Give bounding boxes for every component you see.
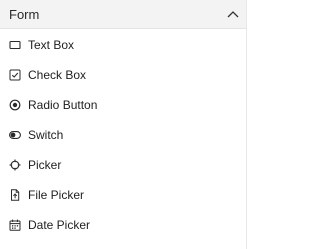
date-picker-icon [9,219,21,231]
list-item-date-picker[interactable]: Date Picker [0,210,246,240]
item-label: File Picker [28,188,85,202]
text-box-icon [9,39,21,51]
item-label: Switch [28,128,64,142]
list-item-switch[interactable]: Switch [0,120,246,150]
item-label: Check Box [28,68,87,82]
item-label: Text Box [28,38,75,52]
item-label: Date Picker [28,218,91,232]
list-item-file-picker[interactable]: File Picker [0,180,246,210]
chevron-up-icon[interactable] [226,7,240,21]
list-item-text-box[interactable]: Text Box [0,30,246,60]
section-title: Form [9,6,40,22]
list-item-check-box[interactable]: Check Box [0,60,246,90]
picker-icon [9,159,21,171]
check-box-icon [9,69,21,81]
form-section-header[interactable]: Form [0,0,246,29]
list-item-radio-button[interactable]: Radio Button [0,90,246,120]
item-label: Picker [28,158,62,172]
item-label: Radio Button [28,98,98,112]
switch-icon [9,129,21,141]
radio-button-icon [9,99,21,111]
component-list: Text Box Check Box Radio Button Switch P… [0,29,246,240]
list-item-picker[interactable]: Picker [0,150,246,180]
file-picker-icon [9,189,21,201]
form-components-panel: Form Text Box Check Box Radio Button Swi… [0,0,247,249]
